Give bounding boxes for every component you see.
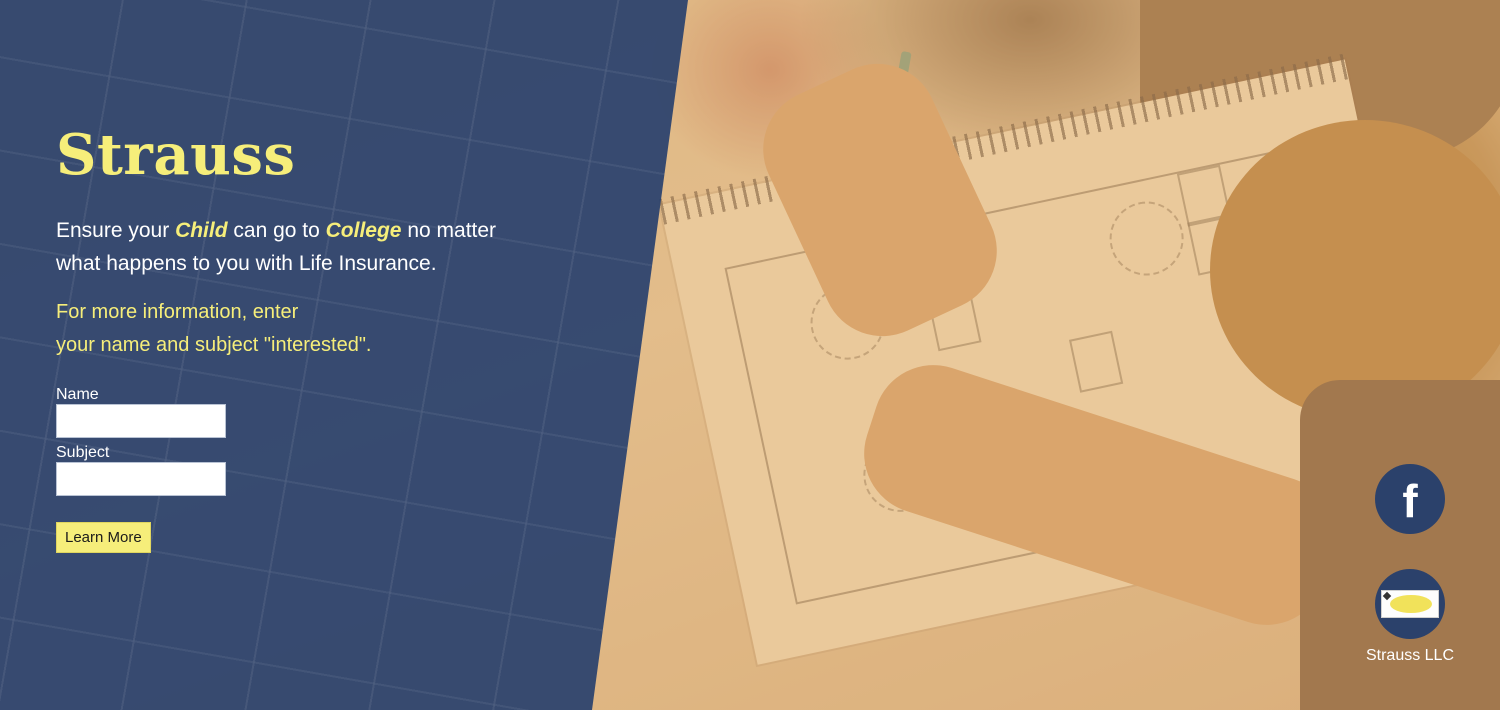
subject-label: Subject [56,444,110,461]
learn-more-button[interactable]: Learn More [56,522,151,553]
facebook-icon: f [1402,475,1418,527]
hero-content: Strauss Ensure your Child can go to Coll… [56,118,526,553]
social-links: f Strauss LLC [1366,464,1454,665]
company-logo-link[interactable] [1375,569,1445,639]
logo-shape [1390,595,1432,613]
tagline-text: Ensure your [56,219,176,242]
hero-tagline: Ensure your Child can go to College no m… [56,214,526,280]
tagline-emphasis-child: Child [175,219,228,242]
tagline-text: can go to [227,219,326,242]
company-name: Strauss LLC [1365,647,1455,664]
contact-form: Name Subject Learn More [56,386,526,553]
logo-mark [1382,591,1392,601]
tagline-emphasis-college: College [325,219,402,242]
name-input[interactable] [56,404,226,438]
facebook-link[interactable]: f [1375,464,1445,534]
info-line-2: your name and subject "interested". [56,334,372,356]
info-line-1: For more information, enter [56,301,299,323]
info-text: For more information, enter your name and… [56,296,526,362]
name-label: Name [56,386,99,403]
company-logo-icon [1381,590,1439,618]
page-title: Strauss [56,122,296,188]
subject-input[interactable] [56,462,226,496]
